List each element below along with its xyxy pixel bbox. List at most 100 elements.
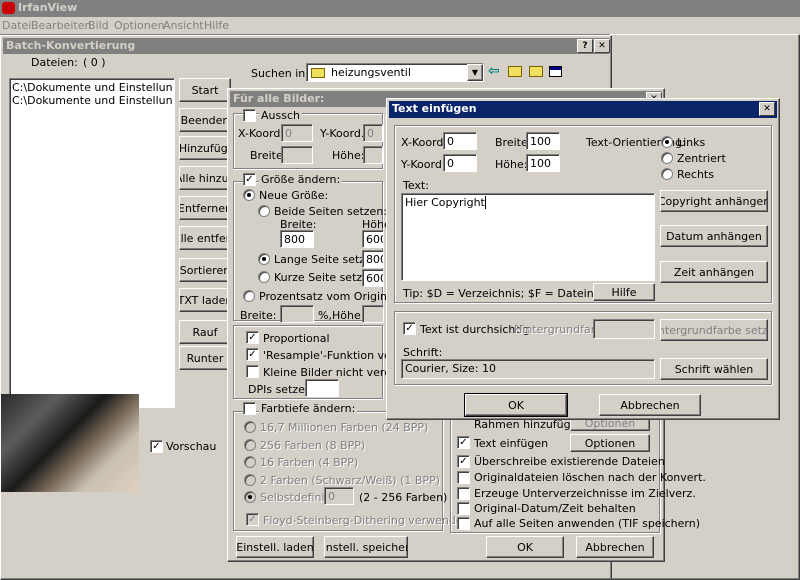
save-settings-button[interactable]: Einstell. speichern — [324, 536, 408, 558]
list-item[interactable]: C:\Dokumente und Einstellungen\HP\ — [12, 81, 172, 94]
crop-w-input[interactable] — [281, 146, 313, 164]
text-area-content: Hier Copyright — [405, 196, 485, 209]
depth-1-radio[interactable] — [244, 474, 256, 486]
percent-label: Prozentsatz vom Original: — [259, 290, 401, 303]
up-folder-icon[interactable] — [508, 66, 522, 77]
alle-entfernen-button[interactable]: Alle entfern — [179, 226, 231, 250]
text-height-label: Höhe: — [495, 158, 528, 171]
folder-select[interactable]: heizungsventil ▼ — [306, 63, 484, 82]
folder-icon — [311, 68, 325, 78]
menu-bild[interactable]: Bild — [88, 19, 109, 32]
percent-w-input[interactable] — [280, 305, 314, 323]
preview-checkbox[interactable]: ✓ — [150, 440, 163, 453]
percent-h-input[interactable] — [362, 305, 384, 323]
keep-date-checkbox[interactable] — [457, 502, 470, 515]
chevron-down-icon[interactable]: ▼ — [467, 64, 483, 81]
load-settings-button[interactable]: Einstell. laden — [236, 536, 314, 558]
depth-8-radio[interactable] — [244, 439, 256, 451]
crop-checkbox[interactable] — [243, 109, 256, 122]
depth-checkbox[interactable] — [243, 402, 256, 415]
depth-custom-radio[interactable] — [244, 491, 256, 503]
fuer-ok-button[interactable]: OK — [486, 536, 564, 558]
short-side-input[interactable]: 600 — [362, 269, 384, 287]
both-sides-radio[interactable] — [258, 205, 270, 217]
view-menu-icon[interactable] — [549, 66, 562, 77]
long-side-radio[interactable] — [258, 253, 270, 265]
text-options-button[interactable]: Optionen — [570, 434, 650, 452]
files-count: ( 0 ) — [83, 56, 106, 69]
back-arrow-icon[interactable]: ⇦ — [488, 63, 500, 79]
rauf-button[interactable]: Rauf — [179, 320, 231, 344]
crop-y-input[interactable]: 0 — [363, 124, 383, 142]
dpi-input[interactable] — [305, 379, 339, 397]
depth-24-radio[interactable] — [244, 421, 256, 433]
overwrite-label: Überschreibe existierende Dateien — [474, 455, 665, 468]
menu-optionen[interactable]: Optionen — [114, 19, 164, 32]
new-size-radio[interactable] — [243, 189, 255, 201]
crop-h-input[interactable] — [363, 146, 383, 164]
orient-center-radio[interactable] — [661, 152, 673, 164]
transparent-checkbox[interactable]: ✓ — [403, 322, 416, 335]
all-pages-checkbox[interactable] — [457, 517, 470, 530]
copyright-button[interactable]: Copyright anhängen — [660, 190, 768, 212]
percent-h-label: Höhe: — [332, 309, 365, 322]
text-dialog: Text einfügen ✕ X-Koord.: 0 Y-Koord.: 0 … — [386, 98, 780, 420]
alle-hinzufuegen-button[interactable]: Alle hinzuf. — [179, 166, 231, 190]
hinzufuegen-button[interactable]: Hinzufüg. — [179, 136, 231, 160]
close-icon[interactable]: ✕ — [594, 39, 610, 53]
fuer-cancel-button[interactable]: Abbrechen — [576, 536, 654, 558]
help-icon[interactable]: ? — [577, 39, 593, 53]
close-icon[interactable]: ✕ — [759, 102, 775, 116]
folder-name: heizungsventil — [331, 66, 411, 79]
delete-orig-checkbox[interactable] — [457, 471, 470, 484]
text-area[interactable]: Hier Copyright — [401, 193, 655, 281]
long-side-input[interactable]: 800 — [362, 250, 384, 268]
new-size-label: Neue Größe: — [259, 189, 329, 202]
text-x-input[interactable]: 0 — [443, 132, 477, 150]
help-button[interactable]: Hilfe — [593, 283, 655, 301]
text-insert-checkbox[interactable]: ✓ — [457, 436, 470, 449]
subdirs-checkbox[interactable] — [457, 487, 470, 500]
text-cancel-button[interactable]: Abbrechen — [599, 394, 701, 416]
short-side-radio[interactable] — [258, 271, 270, 283]
menu-bar: Datei Bearbeiten Bild Optionen Ansicht H… — [0, 17, 800, 34]
menu-ansicht[interactable]: Ansicht — [163, 19, 204, 32]
batch-title: Batch-Konvertierung — [6, 39, 136, 52]
start-button[interactable]: Start — [179, 78, 231, 102]
text-height-input[interactable]: 100 — [526, 154, 560, 172]
bg-color-button[interactable]: Hintergrundfarbe setzen — [660, 319, 768, 341]
menu-bearbeiten[interactable]: Bearbeiten — [31, 19, 91, 32]
text-titlebar: Text einfügen ✕ — [389, 101, 777, 118]
depth-custom-input[interactable]: 0 — [324, 487, 354, 505]
percent-radio[interactable] — [243, 290, 255, 302]
crop-x-input[interactable]: 0 — [281, 124, 313, 142]
menu-hilfe[interactable]: Hilfe — [204, 19, 229, 32]
entfernen-button[interactable]: Entfernen — [179, 196, 231, 220]
no-enlarge-checkbox[interactable] — [246, 365, 259, 378]
floyd-checkbox[interactable]: ✓ — [246, 513, 259, 526]
width-input[interactable]: 800 — [280, 230, 314, 248]
resample-checkbox[interactable]: ✓ — [246, 348, 259, 361]
proportional-checkbox[interactable]: ✓ — [246, 331, 259, 344]
time-button[interactable]: Zeit anhängen — [660, 261, 768, 283]
text-insert-label: Text einfügen — [474, 437, 549, 450]
new-folder-icon[interactable] — [529, 66, 543, 77]
text-ok-button[interactable]: OK — [464, 393, 568, 417]
txt-laden-button[interactable]: TXT laden — [179, 288, 231, 312]
runter-button[interactable]: Runter — [179, 346, 231, 370]
depth-4-radio[interactable] — [244, 456, 256, 468]
date-button[interactable]: Datum anhängen — [660, 225, 768, 247]
font-button[interactable]: Schrift wählen — [660, 358, 768, 380]
orient-left-radio[interactable] — [661, 136, 673, 148]
beenden-button[interactable]: Beenden — [179, 108, 231, 132]
sortieren-button[interactable]: Sortieren — [179, 258, 231, 282]
file-list[interactable]: C:\Dokumente und Einstellungen\HP\ C:\Do… — [9, 78, 175, 408]
text-width-input[interactable]: 100 — [526, 132, 560, 150]
orient-right-radio[interactable] — [661, 168, 673, 180]
menu-datei[interactable]: Datei — [2, 19, 31, 32]
height-input[interactable]: 600 — [362, 230, 384, 248]
text-y-input[interactable]: 0 — [443, 154, 477, 172]
resize-checkbox[interactable]: ✓ — [243, 173, 256, 186]
overwrite-checkbox[interactable]: ✓ — [457, 455, 470, 468]
list-item[interactable]: C:\Dokumente und Einstellungen\HP\ — [12, 94, 172, 107]
